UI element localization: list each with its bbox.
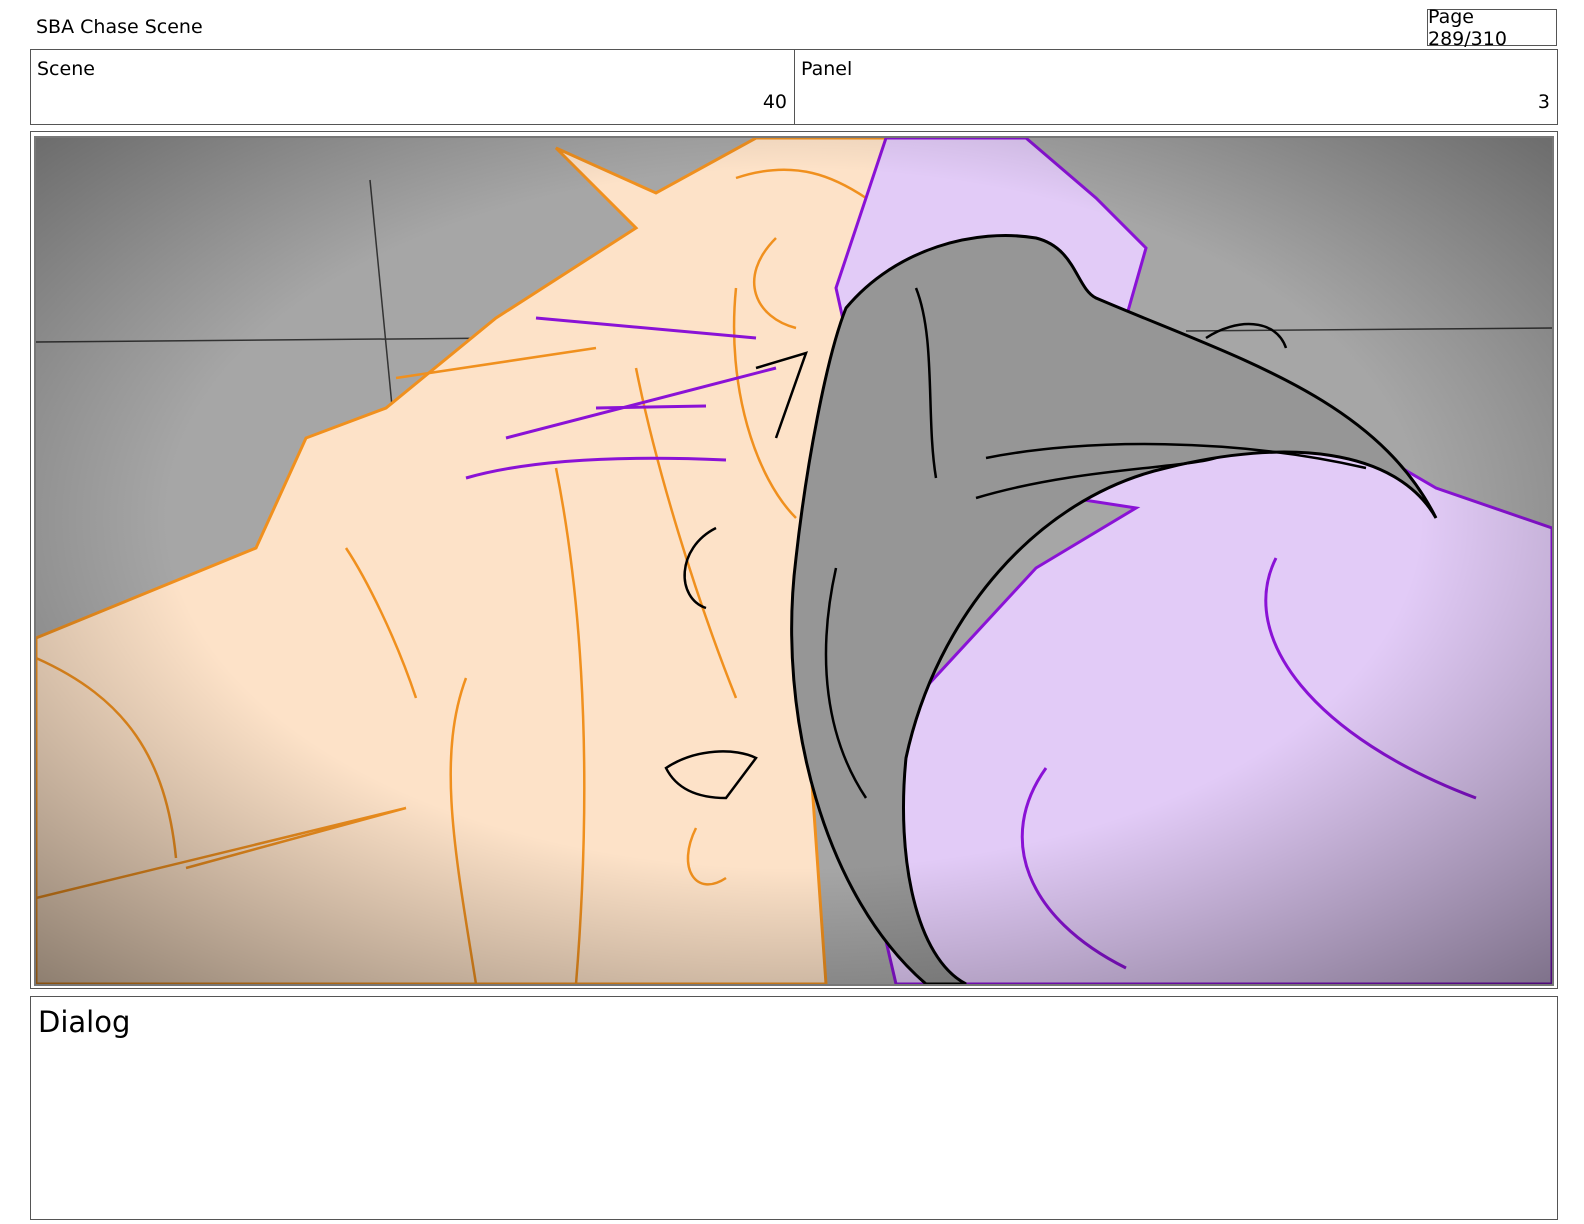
scene-label: Scene [37,58,95,80]
dialog-box: Dialog [30,996,1558,1220]
scene-cell: Scene 40 [31,50,795,124]
dialog-label: Dialog [38,1005,131,1039]
storyboard-drawing [36,138,1552,984]
scene-number: 40 [762,91,787,113]
panel-cell: Panel 3 [795,50,1557,124]
board-title: SBA Chase Scene [36,16,203,38]
panel-label: Panel [801,58,853,80]
vignette [36,138,1552,984]
page-indicator: Page 289/310 [1427,6,1557,50]
panel-number: 3 [1537,91,1550,113]
info-bar: Scene 40 Panel 3 [30,49,1558,125]
storyboard-frame [34,136,1554,986]
